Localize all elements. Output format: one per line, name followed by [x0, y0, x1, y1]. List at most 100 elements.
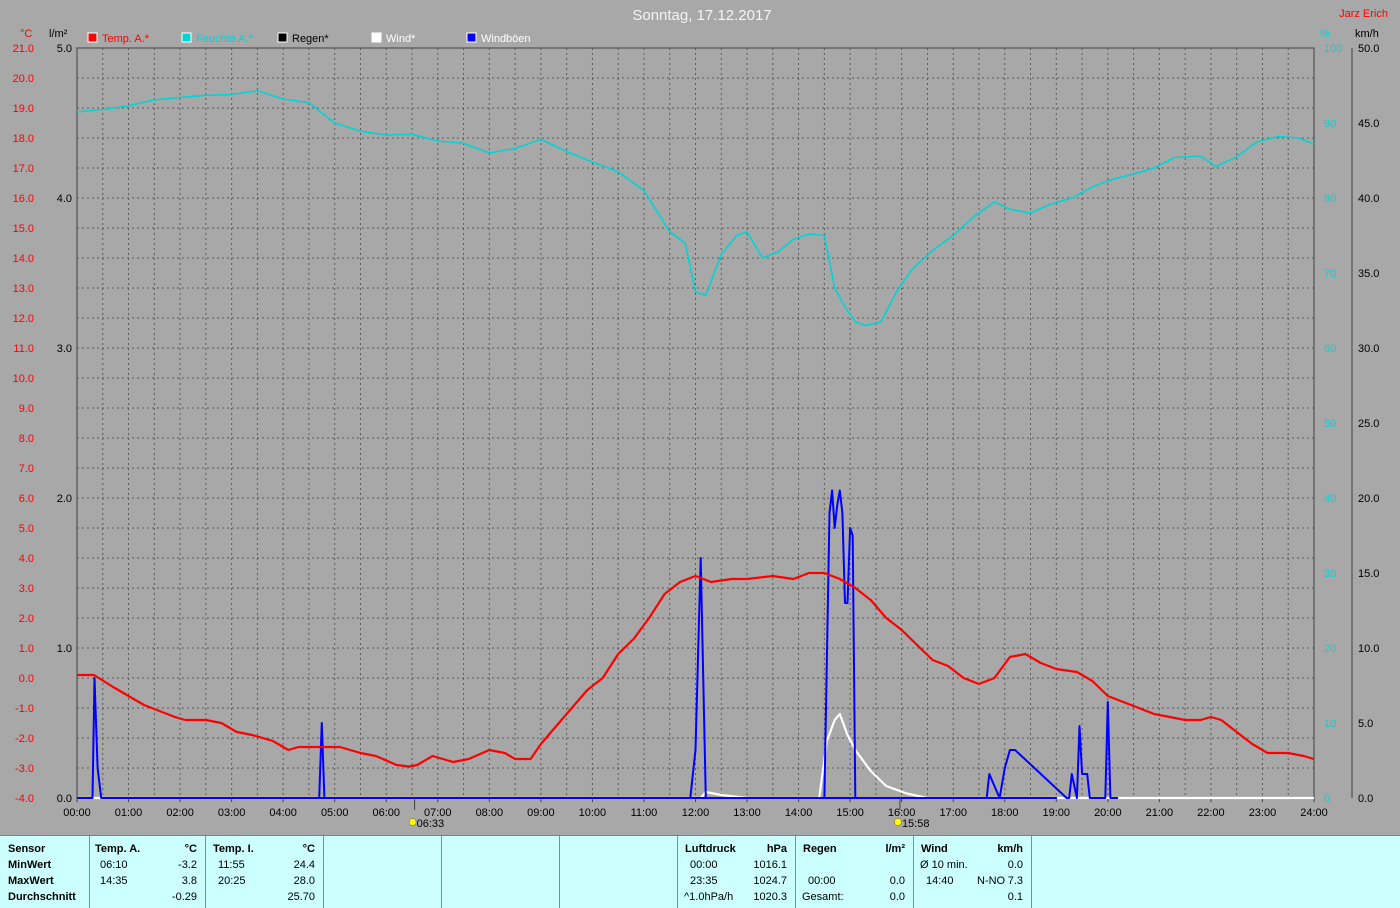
rain-axis-unit: l/m²: [49, 28, 68, 40]
wind-header: Wind: [921, 843, 948, 855]
x-tick-label: 23:00: [1249, 807, 1277, 819]
temp-a-header: Temp. A.: [95, 843, 141, 855]
temp-tick-label: 13.0: [13, 283, 34, 295]
legend-label: Temp. A.*: [102, 33, 150, 45]
temp-tick-label: 19.0: [13, 103, 34, 115]
pressure-trend-label: ^1.0hPa/h: [684, 891, 734, 903]
legend-swatch: [466, 32, 477, 43]
x-tick-label: 19:00: [1043, 807, 1071, 819]
rain-unit: l/m²: [885, 843, 905, 855]
pressure-column: Luftdruck hPa 00:00 1016.1 23:35 1024.7 …: [678, 836, 796, 908]
wind-max-time: 14:40: [926, 875, 954, 887]
wind-tick-label: 25.0: [1358, 418, 1379, 430]
wind-avg-value: 0.0: [1007, 859, 1023, 871]
rain-tick-label: 1.0: [57, 643, 72, 655]
temp-tick-label: 21.0: [13, 43, 34, 55]
humidity-tick-label: 60: [1324, 343, 1336, 355]
x-tick-label: 12:00: [682, 807, 710, 819]
x-tick-label: 01:00: [115, 807, 143, 819]
x-tick-label: 08:00: [476, 807, 504, 819]
rain-tick-label: 5.0: [57, 43, 72, 55]
wind-max-direction: N-NO: [977, 875, 1006, 887]
x-tick-label: 02:00: [166, 807, 194, 819]
temp-a-min-value: -3.2: [178, 859, 197, 871]
temp-axis-unit: °C: [20, 28, 32, 40]
wind-tick-label: 45.0: [1358, 118, 1379, 130]
x-tick-label: 21:00: [1146, 807, 1174, 819]
x-tick-label: 15:00: [836, 807, 864, 819]
legend-swatch: [277, 32, 288, 43]
humidity-tick-label: 30: [1324, 568, 1336, 580]
pressure-unit: hPa: [766, 843, 787, 855]
sun-time-label: 06:33: [417, 818, 445, 830]
wind-max-value: 7.3: [1007, 875, 1023, 887]
wind-tick-label: 35.0: [1358, 268, 1379, 280]
x-tick-label: 20:00: [1094, 807, 1122, 819]
x-tick-label: 18:00: [991, 807, 1019, 819]
rain-column: Regen l/m² 00:00 0.0 Gesamt: 0.0: [796, 836, 914, 908]
temp-a-average: -0.29: [171, 891, 197, 903]
humidity-tick-label: 90: [1324, 118, 1336, 130]
temp-tick-label: -2.0: [15, 733, 34, 745]
humidity-tick-label: 70: [1324, 268, 1336, 280]
temp-tick-label: 15.0: [13, 223, 34, 235]
humidity-tick-label: 20: [1324, 643, 1336, 655]
temp-tick-label: 20.0: [13, 73, 34, 85]
wind-column: Wind km/h Ø 10 min. 0.0 14:40 N-NO 7.3 0…: [914, 836, 1032, 908]
rain-row2-time: 00:00: [808, 875, 836, 887]
pressure-row2-time: 23:35: [690, 875, 718, 887]
temp-tick-label: 0.0: [19, 673, 34, 685]
wind-tick-label: 0.0: [1358, 793, 1373, 805]
pressure-header: Luftdruck: [685, 843, 736, 855]
sun-icon: [408, 818, 417, 826]
min-row-label: MinWert: [8, 859, 52, 871]
temp-i-max-time: 20:25: [218, 875, 246, 887]
wind-axis-unit: km/h: [1355, 28, 1379, 40]
wind-tick-label: 50.0: [1358, 43, 1379, 55]
legend-swatch: [181, 32, 192, 43]
x-tick-label: 14:00: [785, 807, 813, 819]
humidity-tick-label: 80: [1324, 193, 1336, 205]
pressure-row1-time: 00:00: [690, 859, 718, 871]
avg-row-label: Durchschnitt: [8, 891, 76, 903]
pressure-row1-value: 1016.1: [753, 859, 787, 871]
temp-tick-label: 2.0: [19, 613, 34, 625]
wind-tick-label: 30.0: [1358, 343, 1379, 355]
temp-i-average: 25.70: [287, 891, 315, 903]
sensor-header: Sensor: [8, 843, 46, 855]
weather-chart: Sonntag, 17.12.2017 Jarz Erich °C l/m² %…: [0, 0, 1400, 907]
wind-tick-label: 10.0: [1358, 643, 1379, 655]
wind-tick-label: 5.0: [1358, 718, 1373, 730]
temp-tick-label: 9.0: [19, 403, 34, 415]
x-tick-label: 11:00: [631, 807, 658, 819]
rain-row2-value: 0.0: [889, 875, 905, 887]
humidity-tick-label: 100: [1324, 43, 1342, 55]
temp-a-min-time: 06:10: [100, 859, 128, 871]
temp-tick-label: 14.0: [13, 253, 34, 265]
temp-i-unit: °C: [302, 843, 315, 855]
legend-swatch: [371, 32, 382, 43]
temp-tick-label: 11.0: [13, 343, 34, 355]
pressure-row3-value: 1020.3: [753, 891, 787, 903]
x-tick-label: 22:00: [1197, 807, 1225, 819]
rain-total-value: 0.0: [889, 891, 905, 903]
temp-tick-label: 1.0: [19, 643, 34, 655]
sensor-column: Sensor MinWert MaxWert Durchschnitt: [0, 836, 90, 908]
legend-label: Windböen: [481, 33, 531, 45]
temp-a-unit: °C: [184, 843, 197, 855]
x-tick-label: 06:00: [372, 807, 400, 819]
x-tick-label: 00:00: [63, 807, 91, 819]
rain-header: Regen: [803, 843, 837, 855]
temp-i-min-time: 11:55: [218, 859, 245, 871]
rain-tick-label: 4.0: [57, 193, 72, 205]
rain-tick-label: 2.0: [57, 493, 72, 505]
wind-tick-label: 40.0: [1358, 193, 1379, 205]
legend-label: Wind*: [386, 33, 416, 45]
temp-tick-label: 5.0: [19, 523, 34, 535]
temp-i-header: Temp. I.: [213, 843, 254, 855]
humidity-tick-label: 50: [1324, 418, 1336, 430]
temp-tick-label: 16.0: [13, 193, 34, 205]
sun-time-label: 15:58: [902, 818, 930, 830]
wind-avg-label: Ø 10 min.: [920, 859, 968, 871]
temp-tick-label: 12.0: [13, 313, 34, 325]
